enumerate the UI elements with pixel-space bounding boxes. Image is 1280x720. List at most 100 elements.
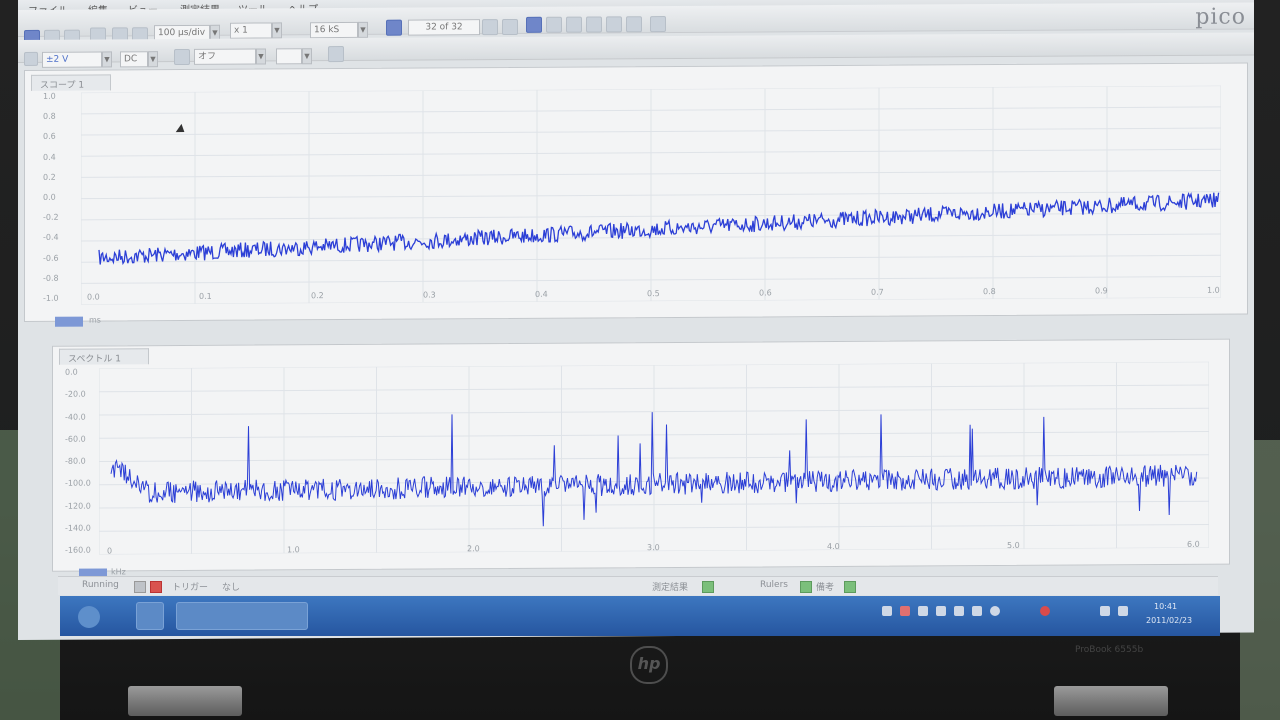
- tray-icon[interactable]: [882, 606, 892, 616]
- chevron-down-icon[interactable]: ▼: [272, 22, 282, 39]
- tray-icon[interactable]: [954, 606, 964, 616]
- start-button[interactable]: [78, 606, 100, 628]
- status-bar: Running トリガー なし 測定結果 Rulers 備考: [58, 576, 1218, 595]
- chevron-down-icon[interactable]: ▼: [358, 21, 368, 38]
- trigger-label: トリガー: [172, 583, 209, 593]
- x-axis-unit: ms: [89, 315, 101, 325]
- range-select[interactable]: ±2 V: [42, 51, 102, 68]
- y-axis-tick-label: -0.4: [43, 233, 59, 243]
- taskbar-date[interactable]: 2011/02/23: [1146, 616, 1192, 625]
- trigger-icon[interactable]: [174, 48, 190, 66]
- coupling-select[interactable]: DC: [120, 51, 148, 68]
- add-measurement-icon[interactable]: [702, 581, 714, 593]
- y-axis-tick-label: -1.0: [43, 293, 59, 303]
- taskbar-time[interactable]: 10:41: [1154, 602, 1177, 611]
- zoom-select[interactable]: x 1: [230, 22, 272, 39]
- volume-icon[interactable]: [1118, 606, 1128, 616]
- trigger-level-field[interactable]: [276, 48, 302, 65]
- scope-plot-area[interactable]: [81, 85, 1221, 305]
- tab-scope-1[interactable]: スコープ 1: [31, 74, 111, 91]
- y-axis-tick-label: -80.0: [65, 456, 86, 466]
- measurements-label: 測定結果: [652, 583, 689, 593]
- zoom-in-icon[interactable]: [566, 16, 582, 33]
- y-axis-tick-label: -140.0: [65, 523, 91, 533]
- pico-logo: pico: [1195, 4, 1246, 30]
- x-axis-tick-label: 0.1: [199, 291, 212, 301]
- y-axis-tick-label: 0.2: [43, 172, 56, 182]
- chevron-down-icon[interactable]: ▼: [302, 48, 312, 65]
- y-axis-tick-label: -0.8: [43, 273, 59, 283]
- scope-trace-svg: [81, 85, 1221, 305]
- spectrum-trace-svg: [99, 361, 1209, 555]
- y-axis-tick-label: -20.0: [65, 389, 86, 399]
- windows-taskbar: 10:41 2011/02/23: [60, 596, 1220, 636]
- y-axis-tick-label: -60.0: [65, 434, 86, 444]
- x-axis-tick-label: 6.0: [1187, 539, 1200, 549]
- rulers-label: Rulers: [760, 580, 788, 590]
- x-axis-tick-label: 4.0: [827, 541, 840, 552]
- advanced-trigger-icon[interactable]: [328, 46, 344, 63]
- samples-select[interactable]: 16 kS: [310, 21, 358, 39]
- no-entry-icon[interactable]: [502, 18, 518, 36]
- stop-icon[interactable]: [150, 581, 162, 593]
- laptop-model-label: ProBook 6555b: [1075, 645, 1144, 655]
- pointer-tool-icon[interactable]: [526, 16, 542, 33]
- y-axis-tick-label: 0.0: [65, 367, 78, 377]
- x-axis-tick-label: 0.0: [87, 292, 100, 302]
- buffer-overview-icon[interactable]: [482, 19, 498, 36]
- channel-a-icon[interactable]: [24, 51, 38, 66]
- chevron-down-icon[interactable]: ▼: [256, 48, 266, 65]
- x-axis-tick-label: 0.2: [311, 291, 324, 301]
- x-axis-tick-label: 5.0: [1007, 540, 1020, 550]
- y-axis-tick-label: -120.0: [65, 501, 91, 511]
- scope-view: スコープ 1 1.0 0.8 0.6 0.4 0.2 0.0 -0.2 -0.4 -0.6 -0.…: [24, 62, 1248, 327]
- x-axis-tick-label: 1.0: [1207, 285, 1220, 295]
- y-axis-tick-label: 1.0: [43, 91, 56, 101]
- chevron-down-icon[interactable]: ▼: [148, 51, 158, 68]
- tray-icon[interactable]: [900, 606, 910, 616]
- x-axis-tick-label: 0.7: [871, 287, 884, 297]
- tray-icon[interactable]: [918, 606, 928, 616]
- tab-spectrum-1[interactable]: スペクトル 1: [59, 348, 149, 365]
- hand-tool-icon[interactable]: [546, 16, 562, 33]
- picoscope-taskbar-button[interactable]: [176, 602, 308, 630]
- y-axis-tick-label: 0.4: [43, 152, 56, 162]
- tray-icon[interactable]: [972, 606, 982, 616]
- notes-label: 備考: [816, 583, 835, 593]
- hp-logo: hp: [630, 646, 668, 684]
- trigger-value: なし: [222, 583, 241, 593]
- chevron-down-icon[interactable]: ▼: [102, 51, 112, 68]
- explorer-taskbar-icon[interactable]: [136, 602, 164, 630]
- x-axis-tick-label: 0.4: [535, 289, 548, 299]
- zoom-fit-icon[interactable]: [650, 16, 666, 33]
- notes-icon[interactable]: [844, 581, 856, 593]
- laptop-screen: ファイル 編集 ビュー 測定結果 ツール ヘルプ 100 µs/div ▼ x …: [18, 0, 1254, 641]
- buffer-navigation-icon[interactable]: [386, 19, 402, 36]
- network-icon[interactable]: [1100, 606, 1110, 616]
- right-hinge: [1054, 686, 1168, 716]
- x-axis-tick-label: 2.0: [467, 544, 480, 554]
- y-axis-tick-label: 0.0: [43, 192, 56, 202]
- buffer-counter[interactable]: 32 of 32: [408, 19, 480, 36]
- x-axis-tick-label: 0: [107, 546, 113, 556]
- zoom-in-icon[interactable]: [586, 16, 602, 33]
- y-axis-tick-label: -40.0: [65, 412, 86, 422]
- alert-icon[interactable]: [1040, 606, 1050, 616]
- run-state: Running: [82, 580, 119, 590]
- x-axis-tick-label: 1.0: [287, 545, 300, 555]
- x-axis-tick-label: 3.0: [647, 543, 660, 553]
- start-icon[interactable]: [134, 581, 146, 593]
- spectrum-plot-area[interactable]: [99, 361, 1209, 555]
- y-axis-unit-badge[interactable]: [55, 316, 83, 327]
- y-axis-tick-label: 0.8: [43, 111, 56, 122]
- rulers-icon[interactable]: [800, 581, 812, 593]
- zoom-out-icon[interactable]: [606, 16, 622, 33]
- trigger-mode-select[interactable]: オフ: [194, 48, 256, 65]
- tray-icon[interactable]: [936, 606, 946, 616]
- help-icon[interactable]: [990, 606, 1000, 616]
- x-axis-tick-label: 0.5: [647, 289, 660, 299]
- spectrum-view: スペクトル 1 0.0 -20.0 -40.0 -60.0 -80.0 -100.0 -12…: [52, 338, 1230, 579]
- x-axis-tick-label: 0.6: [759, 288, 772, 298]
- undo-zoom-icon[interactable]: [626, 16, 642, 33]
- x-axis-tick-label: 0.3: [423, 290, 436, 300]
